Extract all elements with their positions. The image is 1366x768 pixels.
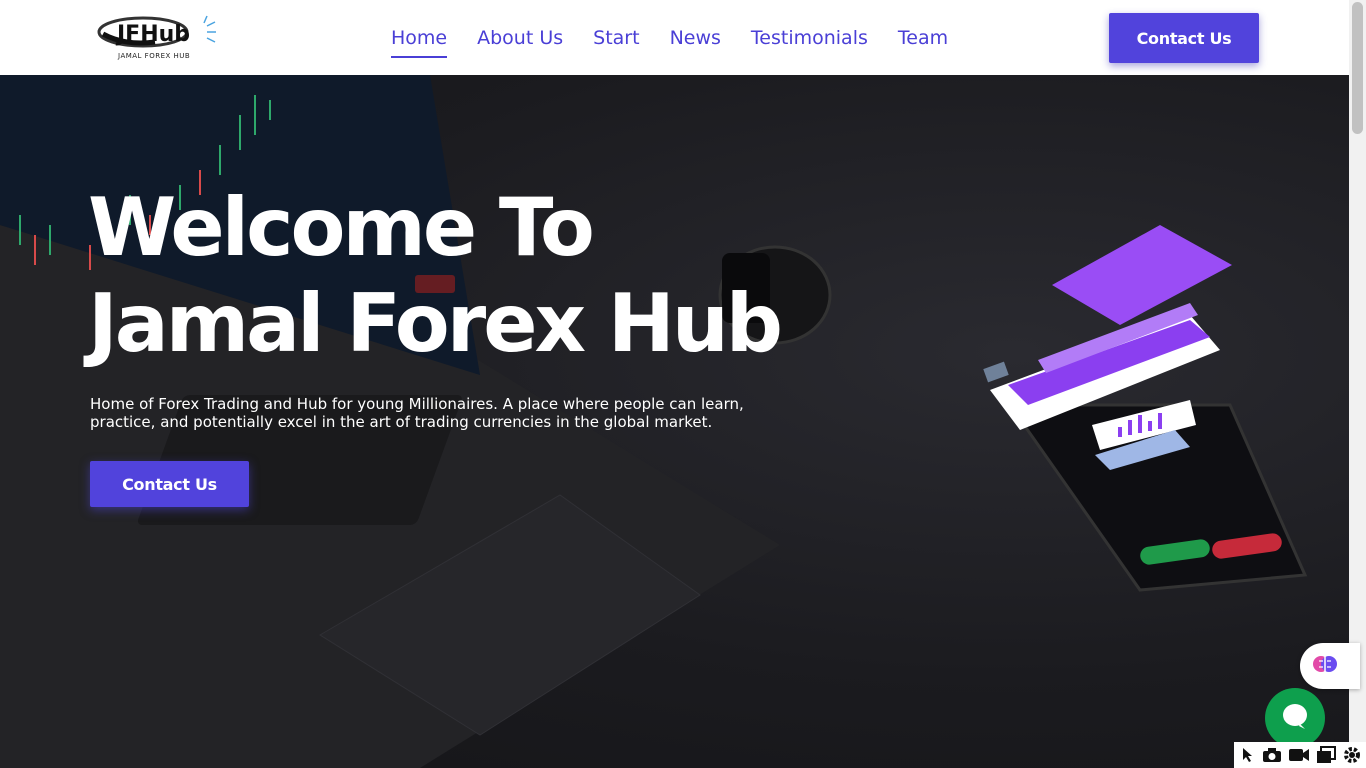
nav-team[interactable]: Team	[898, 26, 948, 50]
chat-launcher-button[interactable]	[1265, 688, 1325, 748]
window-icon[interactable]	[1316, 746, 1336, 764]
chat-bubble-icon	[1280, 701, 1310, 735]
ai-assistant-widget[interactable]	[1300, 643, 1360, 689]
pointer-icon[interactable]	[1240, 746, 1256, 764]
scrollbar-thumb[interactable]	[1352, 2, 1363, 134]
svg-text:JFHub: JFHub	[115, 22, 190, 47]
header-contact-button[interactable]: Contact Us	[1109, 13, 1259, 63]
hero-contact-button[interactable]: Contact Us	[90, 461, 249, 507]
logo-mark-icon: JFHub	[97, 15, 216, 48]
video-icon[interactable]	[1288, 747, 1310, 763]
nav-testimonials[interactable]: Testimonials	[751, 26, 868, 50]
hero-title-line-2: Jamal Forex Hub	[88, 277, 783, 370]
brain-icon	[1312, 651, 1338, 681]
hero-title-line-1: Welcome To	[88, 181, 595, 274]
camera-icon[interactable]	[1262, 747, 1282, 763]
main-nav: Home About Us Start News Testimonials Te…	[391, 26, 978, 58]
nav-about-us[interactable]: About Us	[477, 26, 563, 50]
hero-section: Welcome To Jamal Forex Hub Home of Forex…	[0, 75, 1349, 768]
nav-news[interactable]: News	[670, 26, 721, 50]
hero-title: Welcome To Jamal Forex Hub	[88, 180, 783, 372]
hero-description: Home of Forex Trading and Hub for young …	[90, 395, 744, 431]
site-logo[interactable]: JFHub JAMAL FOREX HUB	[95, 12, 220, 66]
logo-subtitle: JAMAL FOREX HUB	[118, 52, 191, 60]
screen-tools-toolbar	[1234, 742, 1366, 768]
site-header: JFHub JAMAL FOREX HUB Home About Us Star…	[0, 0, 1349, 75]
gear-icon[interactable]	[1342, 745, 1362, 765]
nav-start[interactable]: Start	[593, 26, 639, 50]
nav-home[interactable]: Home	[391, 26, 448, 58]
